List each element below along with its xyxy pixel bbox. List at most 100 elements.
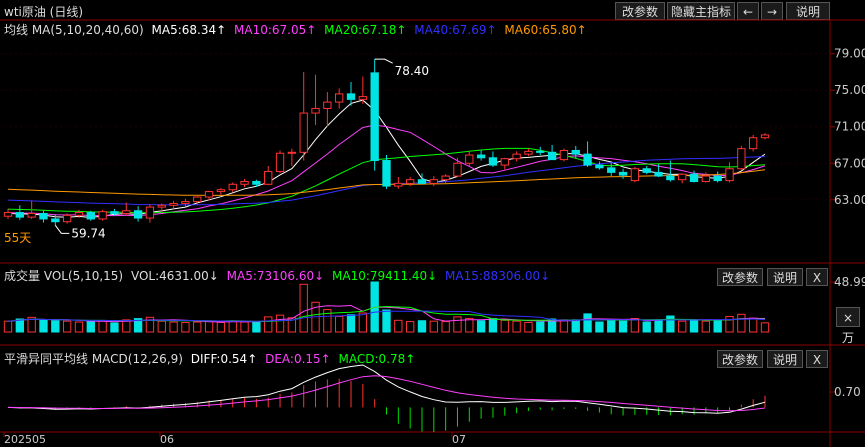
left-arrow-button[interactable]: ← <box>737 2 759 20</box>
ma-legend: 均线 MA(5,10,20,40,60) MA5:68.34↑ MA10:67.… <box>4 21 591 38</box>
hide-indicator-button[interactable]: 隐藏主指标 <box>667 2 735 20</box>
volume-bar <box>571 319 580 333</box>
volume-bar <box>39 319 48 333</box>
macd-help-button[interactable]: 说明 <box>767 350 803 368</box>
candle-body <box>725 168 734 182</box>
vol-value: VOL:4631.00↓ <box>130 269 219 283</box>
volume-bar <box>441 321 450 333</box>
y-tick-label: 63.00 <box>834 193 865 207</box>
ma-legend-label: 均线 MA(5,10,20,40,60) <box>4 23 144 37</box>
candle-body <box>110 211 119 214</box>
volume-bar <box>252 321 261 333</box>
volume-bar <box>701 320 711 333</box>
y-tick-label: 67.00 <box>834 156 865 170</box>
candle-body <box>654 171 663 177</box>
vol-help-button[interactable]: 说明 <box>767 268 803 286</box>
vol-legend: 成交量 VOL(5,10,15) VOL:4631.00↓ MA5:73106.… <box>4 267 554 284</box>
chart-canvas[interactable]: 79.00 75.00 71.00 67.00 63.00 78.40 59.74 55天 48… <box>0 0 865 447</box>
volume-bar <box>51 320 60 333</box>
volume-bar <box>607 319 616 333</box>
candle-body <box>358 96 368 100</box>
candle-body <box>157 204 166 208</box>
ma40-line <box>7 156 766 206</box>
edit-params-button[interactable]: 改参数 <box>615 2 665 20</box>
vol-close-button[interactable]: X <box>806 268 828 286</box>
vol-ma15-value: MA15:88306.00↓ <box>445 269 551 283</box>
vol-ma5-line <box>7 304 766 323</box>
volume-bar <box>86 320 95 333</box>
candle-body <box>181 201 190 204</box>
candle-body <box>228 183 237 191</box>
candle-body <box>512 153 521 160</box>
candle-body <box>51 218 60 223</box>
ma5-value: MA5:68.34↑ <box>151 23 227 37</box>
macd-y-tick-label: 0.70 <box>834 385 861 399</box>
candle-body <box>204 191 214 198</box>
candle-body <box>264 170 273 185</box>
candle-body <box>370 72 379 162</box>
candle-body <box>145 206 155 219</box>
candle-body <box>193 196 202 203</box>
volume-bar <box>678 320 687 333</box>
days-label: 55天 <box>4 231 31 245</box>
x-tick-label: 06 <box>160 433 174 446</box>
low-marker <box>54 225 70 234</box>
candle-body <box>240 181 249 185</box>
candle-body <box>666 175 675 181</box>
candle-body <box>86 212 95 220</box>
candle-body <box>405 179 415 184</box>
candle-body <box>607 167 616 173</box>
macd-close-button[interactable]: X <box>806 350 828 368</box>
volume-bar <box>15 318 24 333</box>
candle-body <box>169 202 178 206</box>
diff-value: DIFF:0.54↑ <box>190 352 258 366</box>
volume-bar <box>689 319 699 333</box>
volume-bar <box>240 321 249 333</box>
candle-body <box>583 153 592 166</box>
volume-bar <box>382 309 391 333</box>
candle-body <box>417 179 427 184</box>
macd-edit-params-button[interactable]: 改参数 <box>717 350 763 368</box>
volume-bar <box>133 318 143 333</box>
volume-bar <box>630 318 640 333</box>
candle-body <box>559 149 569 161</box>
volume-bar <box>228 320 237 333</box>
volume-bar <box>749 317 758 333</box>
candle-body <box>346 93 356 100</box>
ma20-line <box>7 147 766 214</box>
candle-body <box>299 112 308 153</box>
x-tick-label: 202505 <box>4 433 46 446</box>
candle-body <box>701 175 711 183</box>
vol-y-tick-label: 48.99 <box>834 275 865 289</box>
volume-bar <box>74 321 84 333</box>
candle-body <box>252 181 261 185</box>
candle-body <box>39 212 48 220</box>
volume-bar <box>122 319 131 333</box>
help-button[interactable]: 说明 <box>786 2 830 20</box>
volume-bar <box>27 316 36 333</box>
volume-bar <box>216 321 226 333</box>
volume-bar <box>370 281 379 333</box>
candle-body <box>476 154 486 159</box>
volume-bar <box>476 320 486 333</box>
candle-body <box>335 93 344 103</box>
volume-bar <box>512 320 521 333</box>
volume-bar <box>417 320 427 333</box>
volume-bar <box>311 301 320 333</box>
candle-body <box>275 152 285 172</box>
candle-body <box>133 210 143 219</box>
volume-bar <box>405 321 415 333</box>
right-arrow-button[interactable]: → <box>761 2 783 20</box>
volume-bar <box>465 318 474 333</box>
macd-legend-label: 平滑异同平均线 MACD(12,26,9) <box>4 352 183 366</box>
volume-bar <box>642 321 651 333</box>
volume-bar <box>547 318 557 333</box>
candle-body <box>311 107 320 114</box>
volume-bar <box>110 322 119 333</box>
vol-ma15-line <box>7 310 766 322</box>
vol-unit-button[interactable]: ×万 <box>836 307 860 345</box>
candle-body <box>216 189 226 193</box>
vol-edit-params-button[interactable]: 改参数 <box>717 268 763 286</box>
candle-body <box>465 154 474 164</box>
volume-bar <box>145 316 155 333</box>
